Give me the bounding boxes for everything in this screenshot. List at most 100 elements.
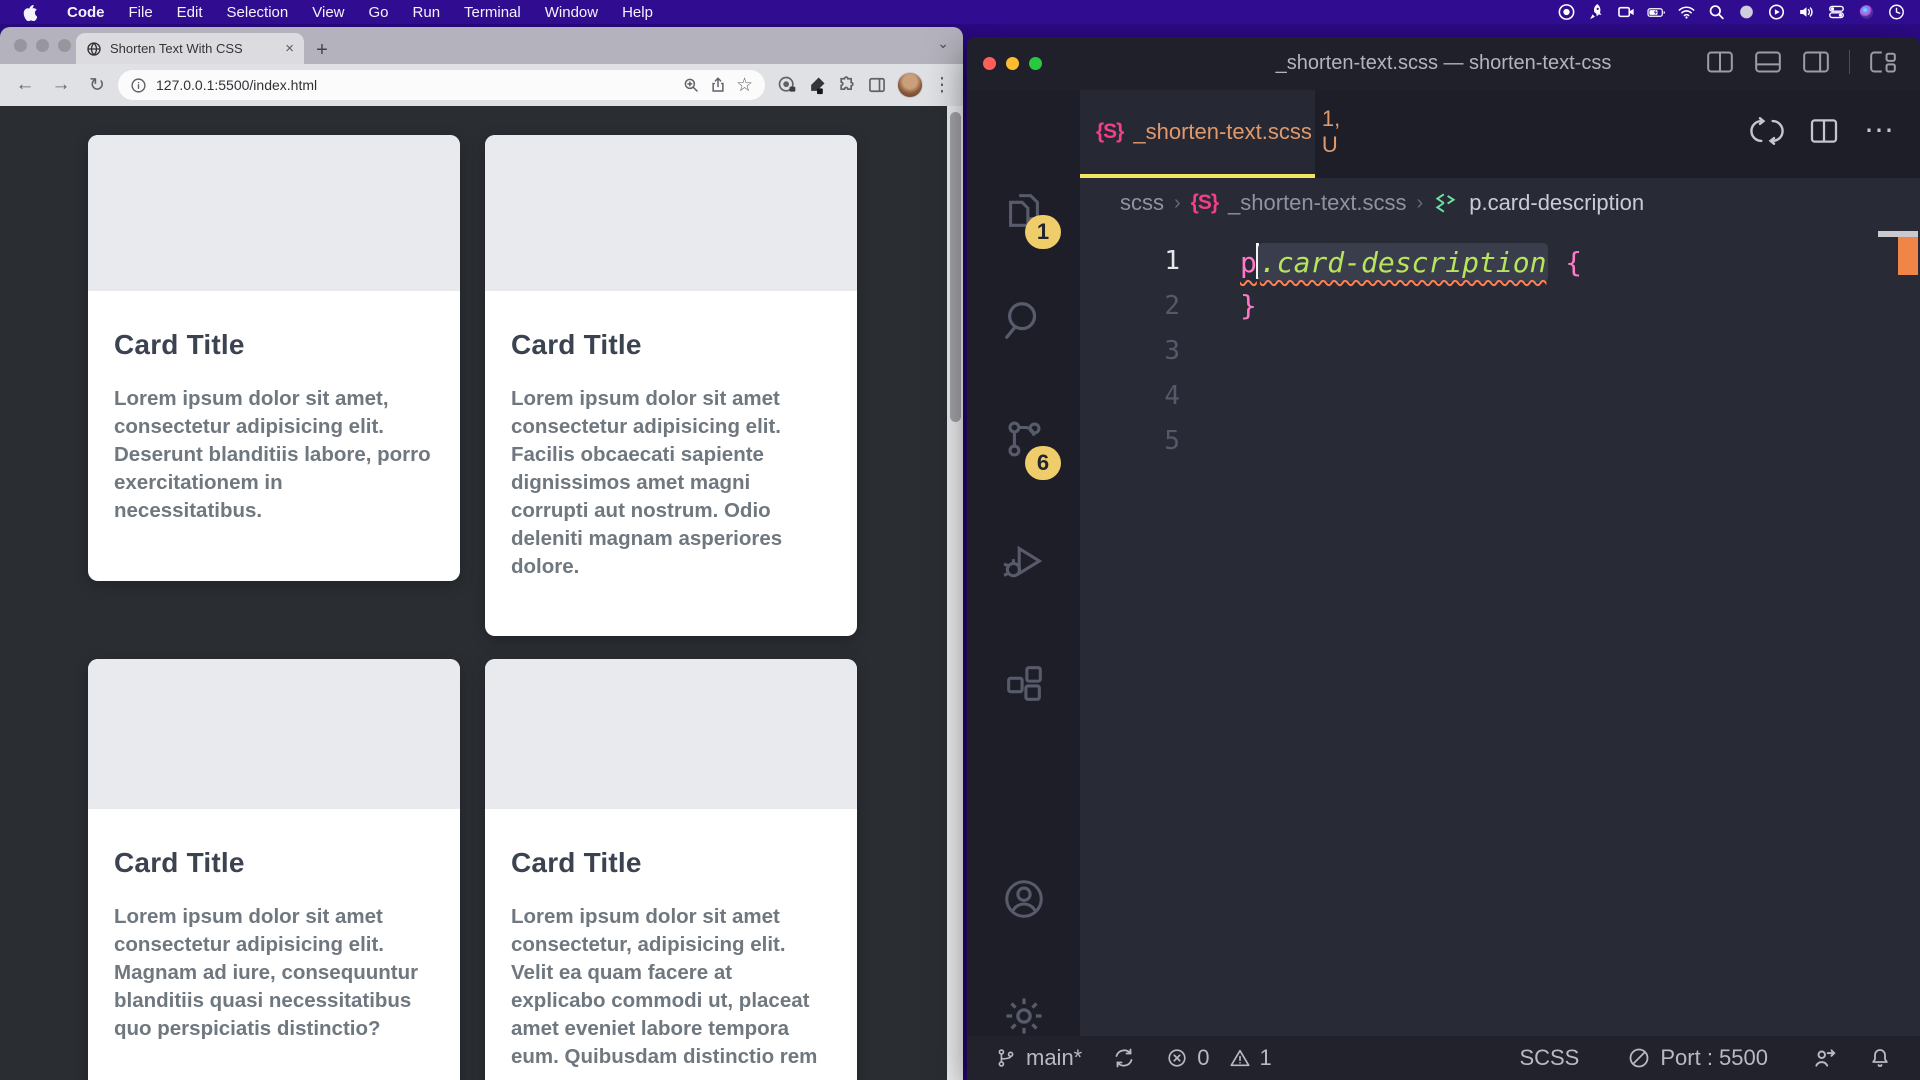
live-server-port[interactable]: Port : 5500 [1627,1045,1768,1071]
toolbar-extensions-area: ⋮ [771,70,953,100]
selector-class-token: .card-description [1258,243,1549,282]
code-line: 3 [1080,328,1920,373]
menu-help[interactable]: Help [610,4,665,21]
address-bar[interactable]: 127.0.0.1:5500/index.html ☆ [118,70,765,100]
spotlight-search-icon[interactable] [1707,3,1726,22]
close-tab-icon[interactable]: × [285,40,294,57]
web-page: Card Title Lorem ipsum dolor sit amet, c… [0,106,963,1080]
forward-icon[interactable]: → [46,70,76,100]
activity-bar: 1 6 [967,90,1080,1036]
port-label: Port : 5500 [1660,1045,1768,1071]
accounts-icon[interactable] [1001,876,1047,922]
code-editor[interactable]: 1 p.card-description { 2 } 3 4 5 [1080,228,1920,1036]
menu-window[interactable]: Window [533,4,610,21]
menu-edit[interactable]: Edit [165,4,215,21]
profile-avatar[interactable] [897,72,923,98]
error-count: 0 [1197,1045,1209,1071]
chevron-down-icon[interactable]: ⌄ [937,35,949,52]
screen-record-icon[interactable] [1617,3,1636,22]
side-panel-icon[interactable] [867,75,887,95]
zoom-window-button[interactable] [58,39,71,52]
status-bar: main* 0 1 SCSS Port : 5500 [967,1036,1920,1080]
notifications-bell-icon[interactable] [1868,1046,1892,1070]
close-window-button[interactable] [983,57,996,70]
menu-terminal[interactable]: Terminal [452,4,533,21]
customize-layout-icon[interactable] [1868,49,1898,75]
password-manager-icon[interactable] [777,75,797,95]
source-control-badge: 6 [1025,446,1061,480]
feedback-icon[interactable] [1812,1045,1838,1071]
control-center-icon[interactable] [1827,3,1846,22]
menu-go[interactable]: Go [357,4,401,21]
siri-icon[interactable] [1857,3,1876,22]
record-icon[interactable] [1557,3,1576,22]
scrollbar-thumb[interactable] [950,112,961,422]
toggle-panel-bottom-icon[interactable] [1753,49,1783,75]
apple-menu-icon[interactable] [22,4,37,21]
play-circle-icon[interactable] [1767,3,1786,22]
problems-status[interactable]: 0 1 [1166,1045,1272,1071]
zoom-window-button[interactable] [1029,57,1042,70]
browser-tabstrip: Shorten Text With CSS × + ⌄ [0,27,963,64]
browser-tab[interactable]: Shorten Text With CSS × [76,33,304,64]
editor-tab-shorten-text[interactable]: {S} _shorten-text.scss 1, U [1080,90,1315,178]
card-image-placeholder [485,135,857,291]
settings-gear-icon[interactable] [1001,993,1047,1039]
share-icon[interactable] [709,76,727,94]
wifi-icon[interactable] [1677,3,1696,22]
breadcrumb-symbol[interactable]: p.card-description [1469,190,1644,216]
battery-icon[interactable] [1647,3,1666,22]
url-text[interactable]: 127.0.0.1:5500/index.html [156,77,673,93]
new-tab-button[interactable]: + [308,36,336,64]
globe-icon [86,41,102,57]
extensions-puzzle-icon[interactable] [837,75,857,95]
site-info-icon[interactable] [130,77,147,94]
menu-selection[interactable]: Selection [215,4,301,21]
more-actions-icon[interactable]: ⋯ [1864,121,1894,141]
browser-menu-icon[interactable]: ⋮ [933,70,951,100]
selector-tag-token: p [1240,246,1257,279]
eyedropper-extension-icon[interactable] [807,75,827,95]
sync-icon[interactable] [1112,1046,1136,1070]
browser-traffic-lights [14,39,71,52]
breadcrumb-file[interactable]: _shorten-text.scss [1228,190,1407,216]
clock-icon[interactable] [1887,3,1906,22]
code-line: 5 [1080,418,1920,463]
app-dot-icon[interactable] [1737,3,1756,22]
breadcrumb-separator: › [1417,192,1424,215]
warning-count: 1 [1260,1045,1272,1071]
line-number: 1 [1080,246,1180,276]
overview-ruler-warning-mark [1898,237,1918,275]
zoom-page-icon[interactable] [682,76,700,94]
open-changes-icon[interactable] [1750,114,1784,148]
close-window-button[interactable] [14,39,27,52]
menu-run[interactable]: Run [401,4,453,21]
line-number: 2 [1080,291,1180,321]
volume-icon[interactable] [1797,3,1816,22]
card-description: Lorem ipsum dolor sit amet, consectetur … [114,385,434,525]
language-mode[interactable]: SCSS [1519,1045,1579,1071]
menu-file[interactable]: File [117,4,165,21]
bookmark-star-icon[interactable]: ☆ [736,74,753,97]
tab-git-decoration: 1, U [1322,106,1340,158]
search-icon[interactable] [1001,297,1047,343]
minimize-window-button[interactable] [36,39,49,52]
toggle-panel-right-icon[interactable] [1801,49,1831,75]
vscode-window: _shorten-text.scss — shorten-text-css 1 [967,37,1920,1080]
code-line: 1 p.card-description { [1080,238,1920,283]
split-editor-icon[interactable] [1808,115,1840,147]
extensions-icon[interactable] [1001,661,1047,707]
reload-icon[interactable]: ↻ [82,70,112,100]
menu-view[interactable]: View [300,4,356,21]
card-title: Card Title [114,329,434,361]
back-icon[interactable]: ← [10,70,40,100]
run-debug-icon[interactable] [1001,538,1047,584]
card: Card Title Lorem ipsum dolor sit amet, c… [88,135,460,581]
minimize-window-button[interactable] [1006,57,1019,70]
rocket-icon[interactable] [1587,3,1606,22]
menu-code[interactable]: Code [55,4,117,21]
browser-scrollbar[interactable] [947,106,963,1080]
toggle-panel-left-icon[interactable] [1705,49,1735,75]
git-branch-status[interactable]: main* [995,1045,1082,1071]
breadcrumb-folder[interactable]: scss [1120,190,1164,216]
